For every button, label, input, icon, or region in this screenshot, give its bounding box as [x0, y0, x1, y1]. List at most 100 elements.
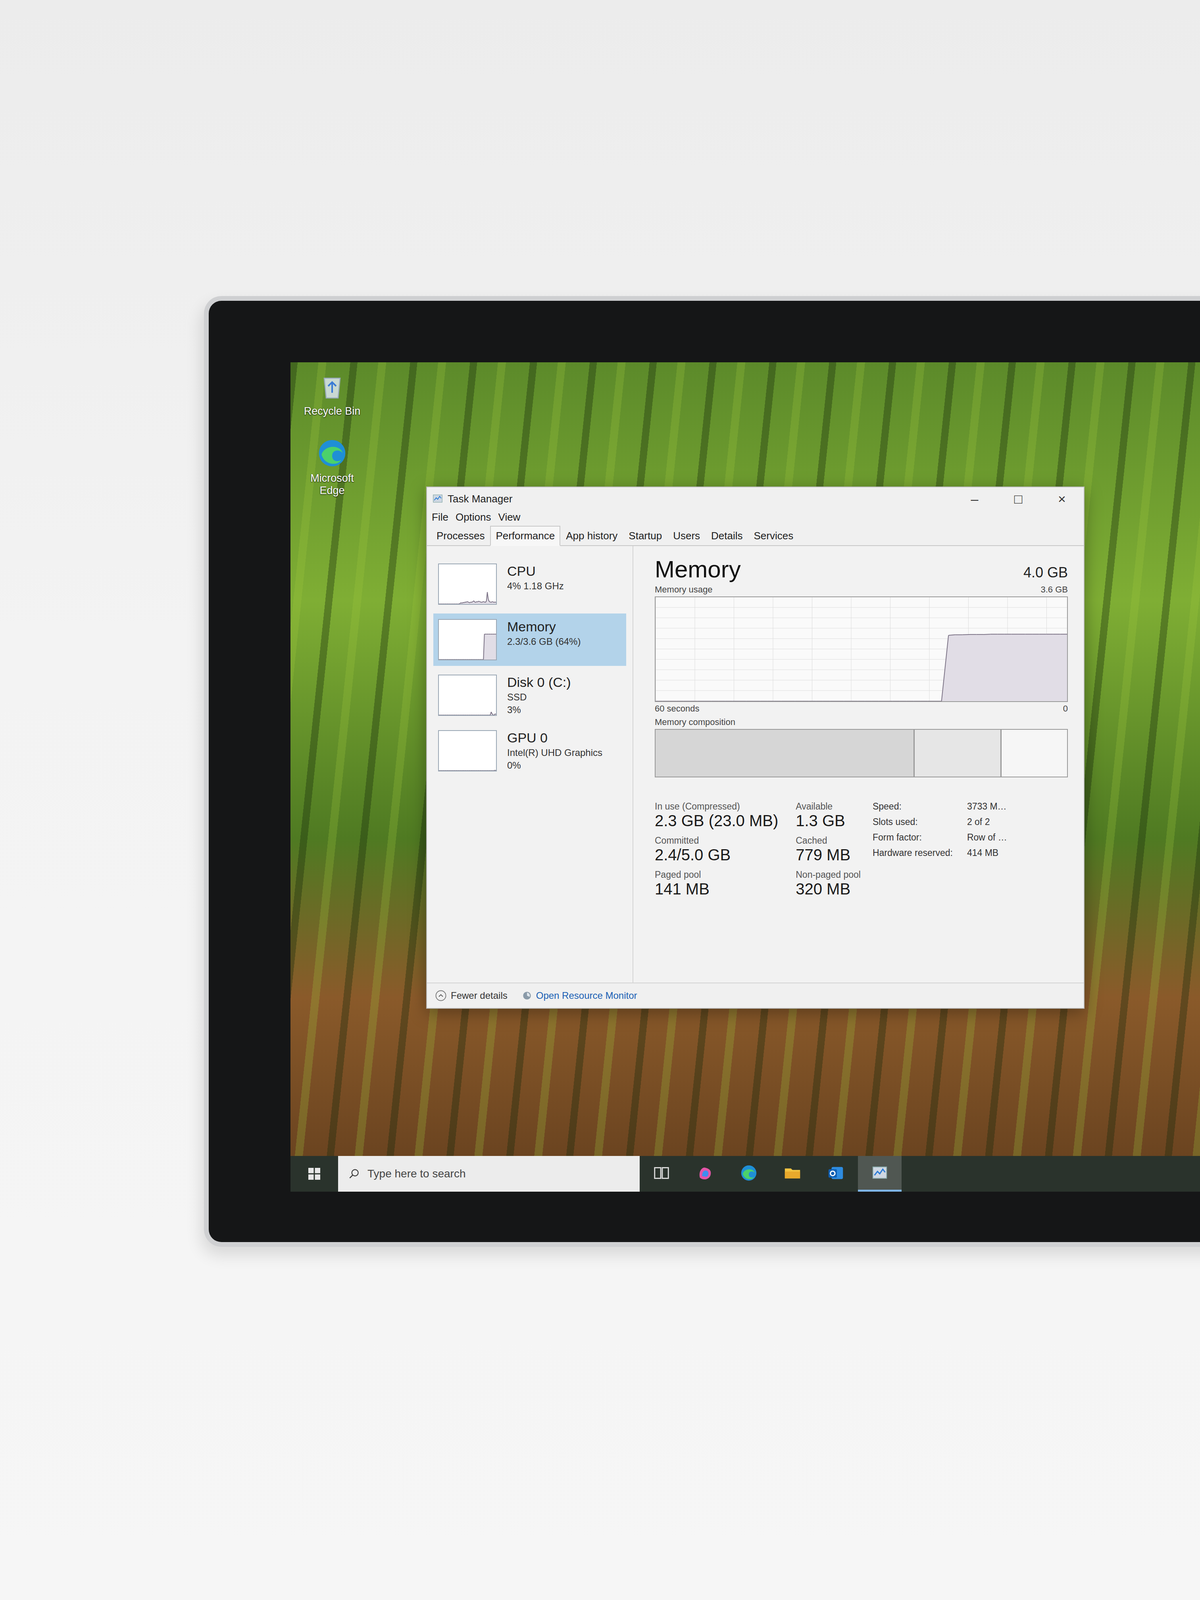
- graph-segment: [479, 659, 481, 660]
- composition-segment[interactable]: [655, 729, 915, 777]
- taskbar-app[interactable]: [770, 1155, 815, 1192]
- chart-axis: 60 seconds0: [654, 701, 1068, 716]
- graph-segment: [443, 770, 445, 772]
- graph-segment: [486, 633, 488, 635]
- graph-segment: [983, 633, 991, 635]
- spec-label: Speed:: [872, 801, 953, 812]
- tab[interactable]: Processes: [430, 525, 491, 547]
- graph-segment: [885, 700, 893, 702]
- graph-segment: [467, 659, 469, 660]
- spec-value: 3733 M…: [967, 801, 1008, 812]
- panel-title: Memory: [654, 555, 741, 583]
- menu-item[interactable]: View: [498, 511, 521, 524]
- taskbar-app[interactable]: [726, 1155, 771, 1192]
- graph-segment: [442, 603, 444, 605]
- graph-segment: [477, 601, 479, 602]
- graph-segment: [878, 700, 886, 702]
- menu-item[interactable]: File: [431, 511, 449, 524]
- sidebar-item[interactable]: CPU4% 1.18 GHz: [433, 557, 627, 611]
- sidebar-item-name: Disk 0 (C:): [507, 674, 572, 691]
- graph-segment: [441, 770, 443, 772]
- tab[interactable]: Users: [667, 525, 706, 547]
- search-box[interactable]: Type here to search: [338, 1155, 640, 1192]
- graph-segment: [447, 714, 449, 716]
- desktop-icon[interactable]: Recycle Bin: [302, 370, 362, 418]
- sidebar-item[interactable]: Disk 0 (C:)SSD3%: [433, 669, 627, 722]
- desktop-icon[interactable]: Microsoft Edge: [302, 437, 362, 497]
- graph-segment: [474, 770, 476, 772]
- sidebar-item-detail: 3%: [507, 704, 572, 716]
- sidebar-item[interactable]: GPU 0Intel(R) UHD Graphics0%: [433, 724, 627, 777]
- window-control[interactable]: ×: [1040, 487, 1084, 511]
- graph-segment: [655, 700, 663, 702]
- start-button[interactable]: [290, 1155, 339, 1192]
- task-manager-window[interactable]: Task Manager–□×FileOptionsViewProcessesP…: [426, 486, 1085, 1009]
- composition-segment[interactable]: [914, 729, 1002, 777]
- window-control[interactable]: □: [996, 487, 1041, 511]
- edge-icon: [739, 1163, 758, 1183]
- performance-body: CPU4% 1.18 GHz Memory2.3/3.6 GB (64%) Disk…: [426, 546, 1084, 983]
- stat: Non-paged pool320 MB: [795, 869, 861, 899]
- graph-segment: [492, 601, 493, 602]
- graph-segment: [767, 700, 775, 702]
- taskbar-app[interactable]: [683, 1155, 727, 1192]
- graph-segment: [440, 770, 442, 772]
- graph-segment: [445, 770, 447, 772]
- graph-segment: [444, 603, 446, 605]
- graph-segment: [454, 770, 456, 772]
- graph-segment: [479, 770, 481, 772]
- graph-segment: [446, 603, 448, 605]
- graph-segment: [452, 603, 454, 605]
- copilot-icon: [696, 1163, 715, 1183]
- graph-segment: [455, 659, 456, 660]
- graph-segment: [469, 659, 471, 660]
- memory-panel: Memory4.0 GBMemory usage3.6 GB60 seconds…: [633, 546, 1084, 983]
- panel-header: Memory4.0 GB: [654, 555, 1068, 583]
- graph-segment: [494, 770, 495, 771]
- graph-segment: [467, 714, 469, 716]
- menu-item[interactable]: Options: [455, 511, 492, 524]
- edge-icon: [316, 437, 349, 470]
- resource-monitor-link[interactable]: Open Resource Monitor: [521, 990, 638, 1002]
- graph-segment: [481, 601, 483, 603]
- sidebar-item[interactable]: Memory2.3/3.6 GB (64%): [433, 613, 627, 666]
- graph-segment: [494, 713, 495, 716]
- graph-segment: [452, 770, 454, 772]
- window-control[interactable]: –: [952, 487, 997, 511]
- composition-segment[interactable]: [1001, 729, 1068, 777]
- title-bar: Task Manager–□×: [426, 487, 1084, 511]
- tab[interactable]: Details: [705, 525, 749, 547]
- graph-segment: [452, 714, 454, 716]
- taskbar-app[interactable]: [639, 1155, 684, 1192]
- tab[interactable]: App history: [560, 525, 624, 547]
- stat-label: Committed: [654, 835, 779, 847]
- graph-segment: [997, 633, 1005, 635]
- fewer-details-button[interactable]: Fewer details: [434, 989, 508, 1002]
- stat-value: 320 MB: [795, 880, 861, 899]
- graph-segment: [438, 603, 440, 605]
- graph-segment: [462, 714, 464, 716]
- tab[interactable]: Startup: [623, 525, 668, 547]
- graph-segment: [815, 700, 824, 702]
- graph-segment: [463, 714, 465, 716]
- tab[interactable]: Performance: [490, 525, 561, 547]
- taskbar-app[interactable]: [814, 1155, 858, 1192]
- graph-segment: [725, 700, 733, 702]
- graph-segment: [485, 633, 487, 635]
- stats-area: In use (Compressed)2.3 GB (23.0 MB)Avail…: [654, 801, 1068, 899]
- graph-segment: [482, 601, 484, 602]
- mini-graph: [438, 563, 497, 605]
- graph-segment: [480, 659, 482, 660]
- desktop: Recycle Bin Microsoft Edge Task Manager–□×…: [290, 362, 1200, 1156]
- taskbar: Type here to search: [290, 1155, 1200, 1192]
- taskbar-app[interactable]: [857, 1155, 902, 1192]
- tab[interactable]: Services: [748, 525, 800, 547]
- sidebar-item-name: CPU: [507, 563, 564, 579]
- sidebar-item-text: Memory2.3/3.6 GB (64%): [507, 619, 581, 661]
- graph-segment: [760, 700, 768, 702]
- graph-segment: [809, 700, 817, 702]
- spec-value: Row of …: [967, 832, 1008, 843]
- spec-label: Form factor:: [872, 832, 953, 843]
- window-title: Task Manager: [447, 492, 953, 506]
- stat-label: Cached: [795, 835, 861, 847]
